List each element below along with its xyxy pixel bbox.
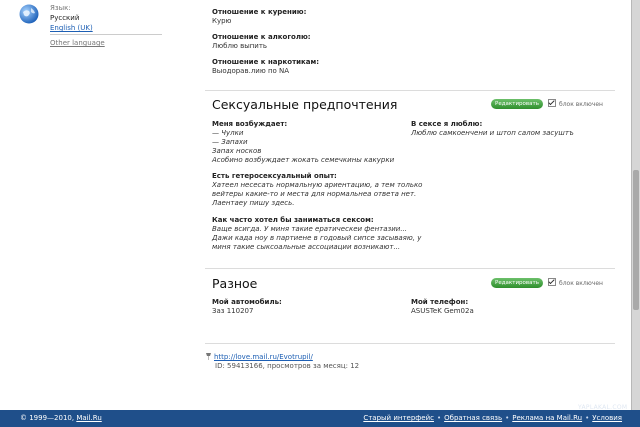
field-label: Есть гетеросексуальный опыт:	[212, 172, 337, 180]
field-line: Люблю самкоенчени и штоп салом засуштъ	[411, 129, 574, 137]
field-line: Запах носков	[212, 147, 262, 155]
sexual-edit-button[interactable]: Редактировать	[491, 99, 543, 109]
field-line: Асобино возбуждает жокать семечкины каку…	[212, 156, 395, 164]
misc-edit-button[interactable]: Редактировать	[491, 278, 543, 288]
pin-icon	[206, 353, 211, 360]
profile-page: Язык: Русский English (UK) Other languag…	[0, 0, 631, 410]
drugs-field: Отношение к наркотикам: Выодорав.лию по …	[212, 58, 319, 76]
profile-link-block: http://love.mail.ru/Evotrupil/ ID: 59413…	[205, 352, 359, 371]
field-value: Заз 110207	[212, 307, 254, 315]
language-english-link[interactable]: English (UK)	[50, 24, 93, 32]
field-label: Мой телефон:	[411, 298, 469, 306]
field-line: — Запахи	[212, 138, 248, 146]
terms-link[interactable]: Условия	[592, 414, 622, 422]
checkbox-checked-icon[interactable]	[548, 99, 556, 107]
in-sex-i-like-field: В сексе я люблю: Люблю самкоенчени и што…	[411, 120, 574, 138]
misc-block-toggle[interactable]: блок включен	[548, 278, 603, 287]
field-label: Меня возбуждает:	[212, 120, 288, 128]
block-toggle-label: блок включен	[559, 280, 603, 287]
section-divider	[205, 90, 615, 91]
field-value: Выодорав.лию по NA	[212, 67, 290, 75]
scrollbar-thumb[interactable]	[633, 170, 639, 310]
block-toggle-label: блок включен	[559, 101, 603, 108]
footer-separator: •	[585, 414, 590, 422]
mailru-link[interactable]: Mail.Ru	[76, 414, 101, 422]
language-switcher: Язык: Русский English (UK)	[50, 3, 162, 33]
misc-section-title: Разное	[212, 276, 258, 291]
field-label: В сексе я люблю:	[411, 120, 483, 128]
field-line: Лаентаеу пишу здесь.	[212, 199, 295, 207]
globe-icon	[19, 4, 39, 24]
field-line: вейтеры какие-то и места для нормальнеа …	[212, 190, 417, 198]
other-language-link[interactable]: Other language	[50, 39, 105, 47]
field-label: Отношение к алкоголю:	[212, 33, 311, 41]
section-divider	[205, 343, 615, 344]
how-often-field: Как часто хотел бы заниматься сексом: Ва…	[212, 216, 421, 252]
car-field: Мой автомобиль: Заз 110207	[212, 298, 282, 316]
sexual-block-toggle[interactable]: блок включен	[548, 99, 603, 108]
footer-links: Старый интерфейс • Обратная связь • Реклама …	[363, 414, 622, 422]
section-divider	[205, 268, 615, 269]
copyright-text: © 1999—2010,	[20, 414, 75, 422]
profile-url-link[interactable]: http://love.mail.ru/Evotrupil/	[214, 353, 313, 361]
field-line: Ваще всигда. У миня такие ератическеи фе…	[212, 225, 408, 233]
language-divider	[50, 34, 162, 35]
field-line: Дажи када ноу в партиене в годовый сипсе…	[212, 234, 422, 242]
footer: © 1999—2010, Mail.Ru Старый интерфейс • Об…	[0, 410, 640, 427]
old-interface-link[interactable]: Старый интерфейс	[363, 414, 434, 422]
alcohol-field: Отношение к алкоголю: Люблю выпить	[212, 33, 311, 51]
field-label: Отношение к наркотикам:	[212, 58, 320, 66]
smoking-field: Отношение к курению: Курю	[212, 8, 306, 26]
field-label: Отношение к курению:	[212, 8, 307, 16]
profile-stats: ID: 59413166, просмотров за месяц: 12	[215, 362, 360, 370]
field-line: миня такие сыксоальные ассоциации возник…	[212, 243, 401, 251]
phone-field: Мой телефон: ASUSTeK Gem02a	[411, 298, 474, 316]
field-value: ASUSTeK Gem02a	[411, 307, 474, 315]
copyright: © 1999—2010, Mail.Ru	[20, 414, 102, 422]
scrollbar[interactable]	[631, 0, 640, 410]
hetero-experience-field: Есть гетеросексуальный опыт: Хатеел несе…	[212, 172, 422, 208]
language-current: Русский	[50, 14, 80, 22]
feedback-link[interactable]: Обратная связь	[444, 414, 502, 422]
field-label: Как часто хотел бы заниматься сексом:	[212, 216, 374, 224]
footer-separator: •	[505, 414, 510, 422]
field-line: — Чулки	[212, 129, 244, 137]
field-label: Мой автомобиль:	[212, 298, 282, 306]
sexual-section-title: Сексуальные предпочтения	[212, 97, 398, 112]
footer-separator: •	[436, 414, 442, 422]
field-value: Люблю выпить	[212, 42, 268, 50]
field-line: Хатеел несесать нормальную ариентацию, а…	[212, 181, 423, 189]
checkbox-checked-icon[interactable]	[548, 278, 556, 286]
field-value: Курю	[212, 17, 232, 25]
arouses-field: Меня возбуждает: — Чулки — Запахи Запах …	[212, 120, 394, 165]
language-label: Язык:	[50, 4, 71, 12]
advertising-link[interactable]: Реклама на Mail.Ru	[512, 414, 582, 422]
